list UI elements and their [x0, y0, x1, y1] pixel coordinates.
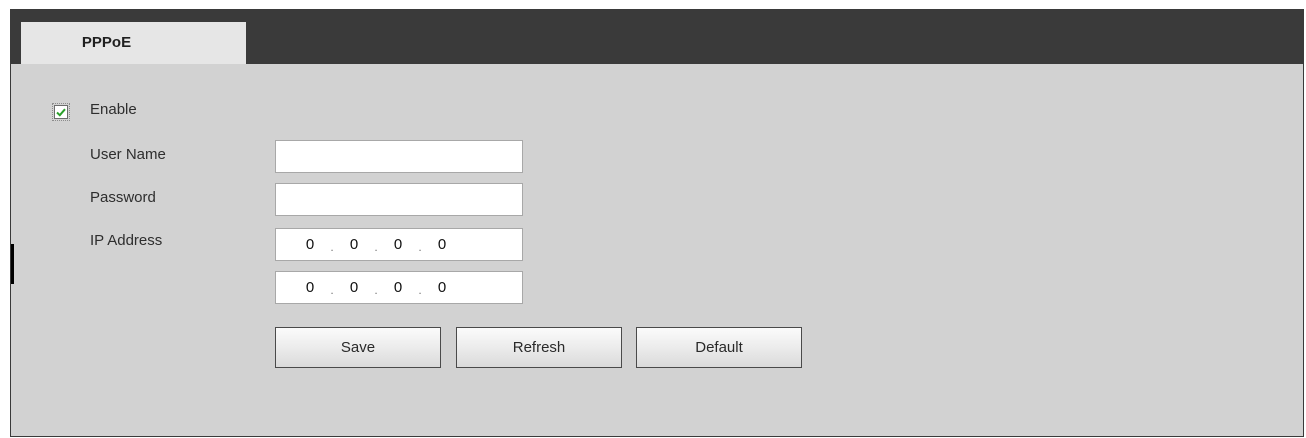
- ip-octet-1[interactable]: 0: [296, 279, 324, 296]
- tab-strip: PPPoE: [11, 9, 1303, 64]
- ip-separator: .: [418, 239, 422, 254]
- user-name-label: User Name: [90, 146, 166, 163]
- pppoe-panel: PPPoE Enable User Name Password IP Addre…: [10, 9, 1304, 437]
- password-input[interactable]: [275, 183, 523, 216]
- ip-octet-2[interactable]: 0: [340, 236, 368, 253]
- refresh-button[interactable]: Refresh: [456, 327, 622, 368]
- checkmark-icon: [56, 108, 66, 117]
- user-name-input[interactable]: [275, 140, 523, 173]
- ip-address-field[interactable]: 0 . 0 . 0 . 0: [275, 228, 523, 261]
- ip-octet-2[interactable]: 0: [340, 279, 368, 296]
- save-button[interactable]: Save: [275, 327, 441, 368]
- ip-separator: .: [418, 282, 422, 297]
- tab-pppoe-label: PPPoE: [81, 33, 132, 51]
- ip-octet-3[interactable]: 0: [384, 236, 412, 253]
- enable-checkbox[interactable]: [52, 103, 70, 121]
- default-button[interactable]: Default: [636, 327, 802, 368]
- ip-separator: .: [374, 282, 378, 297]
- ip-octet-4[interactable]: 0: [428, 279, 456, 296]
- ip-separator: .: [330, 282, 334, 297]
- ip-octet-3[interactable]: 0: [384, 279, 412, 296]
- secondary-ip-field[interactable]: 0 . 0 . 0 . 0: [275, 271, 523, 304]
- ip-octet-4[interactable]: 0: [428, 236, 456, 253]
- password-label: Password: [90, 189, 156, 206]
- ip-octet-1[interactable]: 0: [296, 236, 324, 253]
- ip-separator: .: [374, 239, 378, 254]
- edge-marker: [11, 244, 14, 284]
- tab-pppoe[interactable]: PPPoE: [21, 22, 246, 64]
- ip-address-label: IP Address: [90, 232, 163, 249]
- ip-separator: .: [330, 239, 334, 254]
- enable-label: Enable: [90, 101, 137, 118]
